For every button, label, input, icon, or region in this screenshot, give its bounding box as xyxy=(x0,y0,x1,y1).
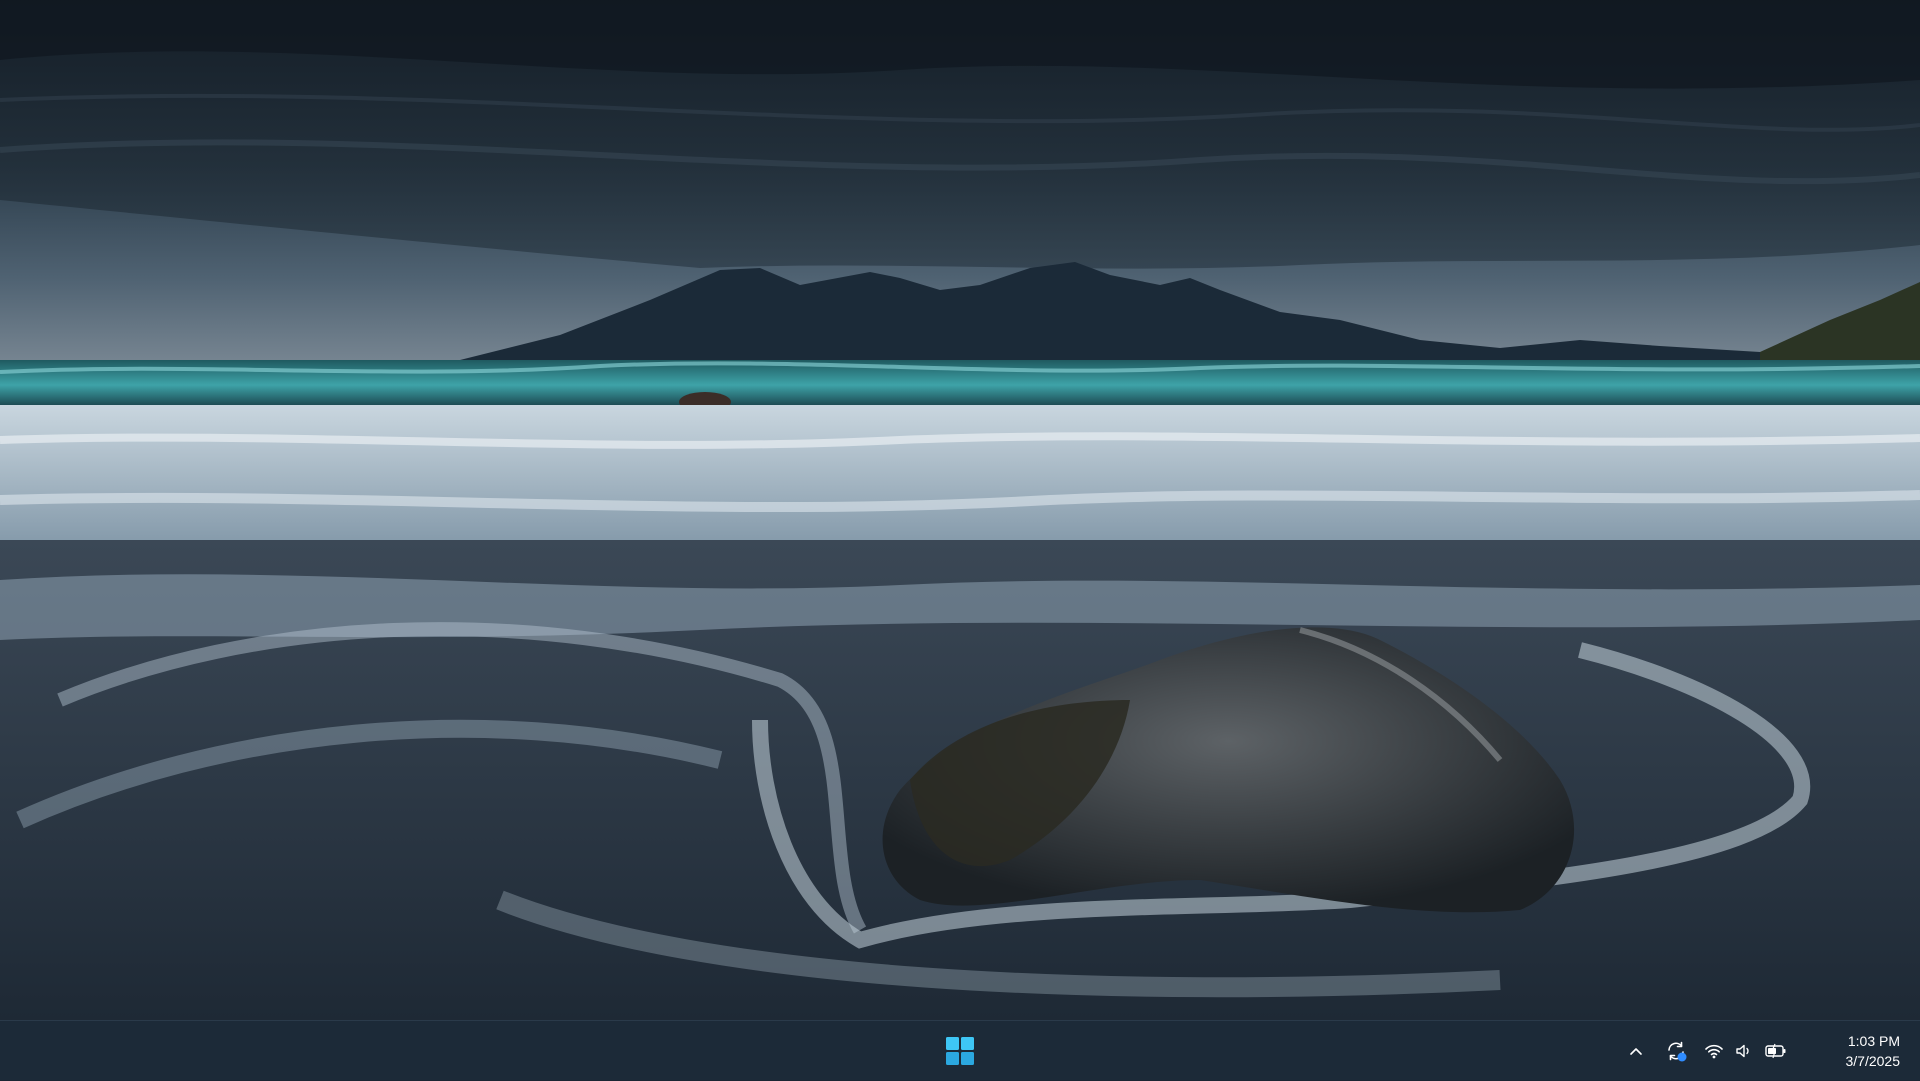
taskbar: 1:03 PM 3/7/2025 xyxy=(0,1020,1920,1080)
sync-status-button[interactable] xyxy=(1658,1031,1694,1071)
battery-charging-icon xyxy=(1765,1043,1786,1059)
sync-icon xyxy=(1668,1041,1687,1062)
volume-icon xyxy=(1736,1044,1749,1058)
wifi-icon xyxy=(1705,1044,1723,1059)
clock-button[interactable]: 1:03 PM 3/7/2025 xyxy=(1808,1031,1920,1071)
desktop[interactable] xyxy=(0,0,1920,1020)
clock-time: 1:03 PM xyxy=(1847,1033,1900,1049)
system-tray: 1:03 PM 3/7/2025 xyxy=(1620,1021,1920,1081)
show-hidden-icons-button[interactable] xyxy=(1620,1031,1652,1071)
chevron-up-icon xyxy=(1630,1048,1642,1055)
desktop-wallpaper xyxy=(0,0,1920,1020)
windows-logo-icon xyxy=(946,1037,974,1065)
quick-settings-button[interactable] xyxy=(1698,1031,1794,1071)
clock-date: 3/7/2025 xyxy=(1845,1053,1901,1069)
start-button[interactable] xyxy=(936,1031,984,1071)
